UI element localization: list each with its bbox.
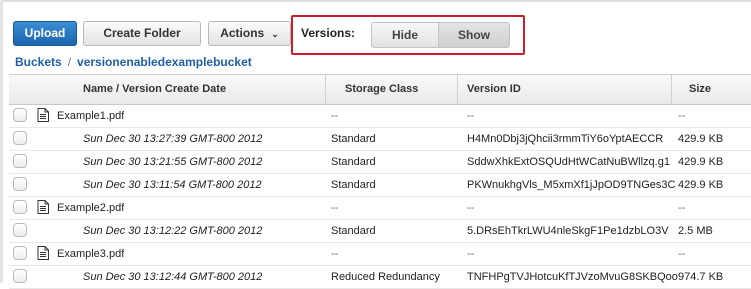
- row-checkbox[interactable]: [13, 131, 27, 145]
- version-row[interactable]: Sun Dec 30 13:12:22 GMT-800 2012 Standard…: [9, 220, 751, 243]
- object-size: 429.9 KB: [678, 179, 724, 191]
- storage-class: --: [331, 248, 339, 260]
- versions-hide-button[interactable]: Hide: [371, 22, 439, 48]
- storage-class: Standard: [331, 133, 376, 145]
- versions-toggle-group: Versions: Hide Show: [291, 15, 525, 55]
- breadcrumb-current-bucket-link[interactable]: versionenabledexamplebucket: [77, 55, 252, 69]
- column-divider: [457, 75, 458, 104]
- object-size: --: [678, 110, 686, 122]
- row-checkbox[interactable]: [13, 223, 27, 237]
- storage-class: Standard: [331, 156, 376, 168]
- storage-class: Standard: [331, 225, 376, 237]
- version-create-date: Sun Dec 30 13:12:44 GMT-800 2012: [83, 271, 263, 283]
- document-icon: [37, 246, 49, 260]
- version-id: 5.DRsEhTkrLWU4nleSkgF1Pe1dzbLO3V: [467, 225, 669, 237]
- column-divider: [325, 75, 326, 104]
- window-frame-left: [0, 0, 3, 283]
- object-size: --: [678, 202, 686, 214]
- version-row[interactable]: Sun Dec 30 13:21:55 GMT-800 2012 Standard…: [9, 151, 751, 174]
- version-id: --: [467, 110, 475, 122]
- storage-class: Reduced Redundancy: [331, 271, 440, 283]
- actions-dropdown-button[interactable]: Actions ⌄: [208, 21, 291, 46]
- file-row[interactable]: Example1.pdf -- -- --: [9, 105, 751, 128]
- versions-show-button[interactable]: Show: [438, 22, 510, 48]
- storage-class: --: [331, 202, 339, 214]
- column-header-name[interactable]: Name / Version Create Date: [83, 75, 226, 104]
- column-header-size[interactable]: Size: [689, 75, 711, 104]
- versions-label: Versions:: [301, 26, 356, 40]
- file-row[interactable]: Example3.pdf -- -- --: [9, 243, 751, 266]
- storage-class: --: [331, 110, 339, 122]
- object-versions-table: Name / Version Create Date Storage Class…: [9, 74, 751, 289]
- breadcrumb-buckets-link[interactable]: Buckets: [15, 55, 62, 69]
- column-divider: [671, 75, 672, 104]
- version-id: PKWnukhgVls_M5xmXf1jJpOD9TNGes3C: [467, 179, 676, 191]
- breadcrumb: Buckets / versionenabledexamplebucket: [15, 55, 252, 69]
- row-checkbox[interactable]: [13, 108, 27, 122]
- table-body: Example1.pdf -- -- -- Sun Dec 30 13:27:39 GM…: [9, 105, 751, 289]
- upload-button[interactable]: Upload: [13, 21, 77, 46]
- version-id: --: [467, 202, 475, 214]
- version-id: TNFHPgTVJHotcuKfTJVzoMvuG8SKBQoo: [467, 271, 678, 283]
- version-row[interactable]: Sun Dec 30 13:27:39 GMT-800 2012 Standard…: [9, 128, 751, 151]
- row-checkbox[interactable]: [13, 269, 27, 283]
- row-checkbox[interactable]: [13, 154, 27, 168]
- object-size: --: [678, 248, 686, 260]
- column-header-version-id[interactable]: Version ID: [467, 75, 521, 104]
- object-size: 429.9 KB: [678, 133, 724, 145]
- file-row[interactable]: Example2.pdf -- -- --: [9, 197, 751, 220]
- column-header-storage-class[interactable]: Storage Class: [345, 75, 418, 104]
- breadcrumb-separator: /: [67, 55, 72, 69]
- document-icon: [37, 200, 49, 214]
- file-name[interactable]: Example3.pdf: [57, 243, 124, 265]
- object-size: 2.5 MB: [678, 225, 713, 237]
- object-size: 429.9 KB: [678, 156, 724, 168]
- version-row[interactable]: Sun Dec 30 13:11:54 GMT-800 2012 Standard…: [9, 174, 751, 197]
- object-size: 974.7 KB: [678, 271, 724, 283]
- version-create-date: Sun Dec 30 13:21:55 GMT-800 2012: [83, 156, 263, 168]
- version-id: SddwXhkExtOSQUdHtWCatNuBWllzq.g1: [467, 156, 670, 168]
- version-id: H4Mn0Dbj3jQhcii3rmmTiY6oYptAECCR: [467, 133, 664, 145]
- row-checkbox[interactable]: [13, 200, 27, 214]
- version-create-date: Sun Dec 30 13:11:54 GMT-800 2012: [83, 179, 262, 191]
- row-checkbox[interactable]: [13, 246, 27, 260]
- table-header: Name / Version Create Date Storage Class…: [9, 74, 751, 105]
- chevron-down-icon: ⌄: [271, 29, 279, 39]
- version-row[interactable]: Sun Dec 30 13:12:44 GMT-800 2012 Reduced …: [9, 266, 751, 289]
- window-frame-top: [0, 0, 751, 2]
- file-name[interactable]: Example1.pdf: [57, 105, 124, 127]
- storage-class: Standard: [331, 179, 376, 191]
- document-icon: [37, 108, 49, 122]
- version-create-date: Sun Dec 30 13:12:22 GMT-800 2012: [83, 225, 263, 237]
- version-id: --: [467, 248, 475, 260]
- file-name[interactable]: Example2.pdf: [57, 197, 124, 219]
- actions-label: Actions: [220, 26, 265, 40]
- create-folder-button[interactable]: Create Folder: [83, 21, 201, 46]
- row-checkbox[interactable]: [13, 177, 27, 191]
- version-create-date: Sun Dec 30 13:27:39 GMT-800 2012: [83, 133, 263, 145]
